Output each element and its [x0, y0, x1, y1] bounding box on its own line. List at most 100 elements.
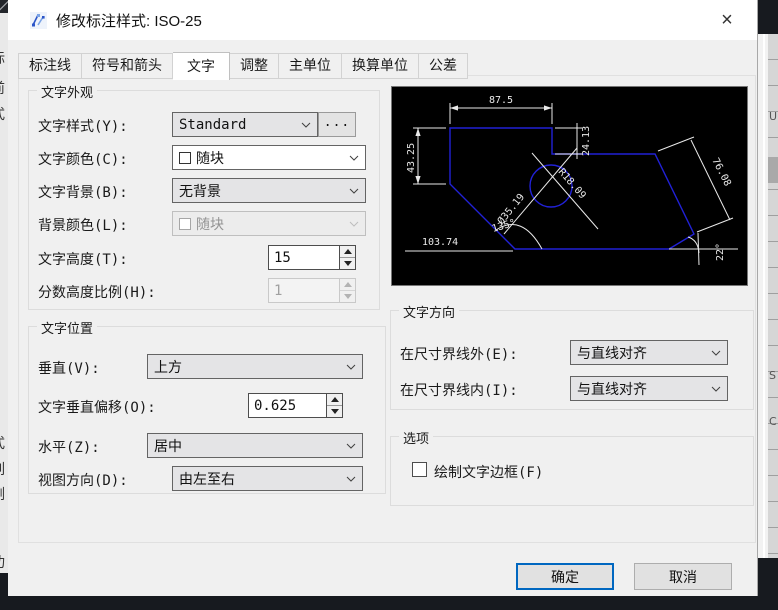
- combobox-value: 随块: [196, 148, 224, 168]
- clipped-text-fragment: 列: [0, 459, 5, 479]
- spin-up-button: [340, 279, 355, 290]
- spin-down-button: [340, 290, 355, 302]
- clipped-text-fragment: C: [769, 415, 777, 428]
- chevron-down-icon: [349, 188, 359, 194]
- combobox-value: 由左至右: [179, 469, 235, 489]
- inside-extlines-combobox[interactable]: 与直线对齐: [570, 376, 728, 401]
- chevron-down-icon: [349, 155, 359, 161]
- inside-extlines-label: 在尺寸界线内(I):: [400, 380, 518, 400]
- arrow-down-icon: [331, 409, 339, 414]
- dimension-style-icon: [30, 12, 47, 29]
- vertical-combobox[interactable]: 上方: [147, 354, 363, 379]
- arrow-down-icon: [344, 261, 352, 266]
- toolbar-cell-pressed: [768, 157, 778, 183]
- background-toolbar-sliver: U S C: [768, 34, 778, 558]
- dim-left: [413, 128, 446, 184]
- fill-color-label: 文字背景(B):: [38, 182, 128, 202]
- arrow-down-icon: [344, 294, 352, 299]
- preview-drawing: 87.5 43.25 24.13 76.08 103.74: [392, 87, 747, 285]
- background-color-label: 背景颜色(L):: [38, 215, 128, 235]
- dim-top-text: 87.5: [489, 95, 513, 106]
- fraction-scale-label: 分数高度比例(H):: [38, 282, 156, 302]
- fraction-scale-stepper: [340, 278, 356, 303]
- clipped-text-fragment: 标: [0, 48, 5, 68]
- chevron-down-icon: [346, 476, 356, 482]
- dim-step-text: 24.13: [581, 126, 592, 156]
- byblock-color-swatch: [179, 218, 191, 230]
- vertical-offset-input[interactable]: 0.625: [248, 393, 327, 418]
- combobox-value: 上方: [154, 357, 182, 377]
- text-style-combobox[interactable]: Standard: [172, 112, 318, 137]
- view-direction-label: 视图方向(D):: [38, 470, 128, 490]
- spin-down-button[interactable]: [327, 405, 342, 417]
- dim-angle2: [669, 233, 738, 265]
- dim-top: [450, 103, 552, 124]
- background-window-gap: [757, 34, 768, 558]
- dim-left-text: 43.25: [406, 143, 417, 173]
- tab-primary-units[interactable]: 主单位: [279, 53, 342, 79]
- background-window-left-sliver: 标 前 式 式 列 例 功: [0, 0, 8, 573]
- input-value: 15: [274, 250, 291, 266]
- combobox-value: 无背景: [179, 181, 221, 201]
- draw-text-frame-label: 绘制文字边框(F): [434, 462, 543, 482]
- tab-bar: 标注线 符号和箭头 文字 调整 主单位 换算单位 公差: [18, 51, 468, 79]
- arrow-up-icon: [344, 249, 352, 254]
- spin-down-button[interactable]: [340, 257, 355, 269]
- outside-extlines-label: 在尺寸界线外(E):: [400, 344, 518, 364]
- ok-button[interactable]: 确定: [516, 563, 614, 590]
- clipped-text-fragment: 式: [0, 433, 5, 453]
- titlebar: 修改标注样式: ISO-25 ×: [8, 0, 757, 40]
- modify-dimension-style-dialog: 修改标注样式: ISO-25 × 标注线 符号和箭头 文字 调整 主单位 换算单…: [8, 0, 758, 596]
- group-title: 文字方向: [399, 302, 459, 321]
- chevron-down-icon: [346, 364, 356, 370]
- dim-radius-text: R18.09: [556, 167, 588, 201]
- chevron-down-icon: [711, 386, 721, 392]
- clipped-text-fragment: U: [769, 110, 777, 123]
- chevron-down-icon: [711, 350, 721, 356]
- horizontal-combobox[interactable]: 居中: [147, 433, 363, 458]
- clipped-text-fragment: S: [769, 369, 776, 382]
- background-color-combobox: 随块: [172, 211, 366, 236]
- tab-tolerances[interactable]: 公差: [419, 53, 468, 79]
- fill-color-combobox[interactable]: 无背景: [172, 178, 366, 203]
- combobox-value: 随块: [196, 214, 224, 234]
- text-height-stepper[interactable]: [340, 245, 356, 270]
- dim-step: [555, 123, 582, 159]
- view-direction-combobox[interactable]: 由左至右: [172, 466, 363, 491]
- chevron-down-icon: [349, 221, 359, 227]
- horizontal-label: 水平(Z):: [38, 437, 100, 457]
- close-icon: ×: [721, 9, 733, 32]
- vertical-label: 垂直(V):: [38, 358, 100, 378]
- group-title: 选项: [399, 428, 433, 447]
- tab-text[interactable]: 文字: [173, 52, 230, 80]
- fraction-scale-input: 1: [268, 278, 340, 303]
- cancel-button[interactable]: 取消: [634, 563, 732, 590]
- combobox-value: 与直线对齐: [577, 343, 647, 363]
- vertical-offset-stepper[interactable]: [327, 393, 343, 418]
- outside-extlines-combobox[interactable]: 与直线对齐: [570, 340, 728, 365]
- combobox-value: 与直线对齐: [577, 379, 647, 399]
- arrow-up-icon: [344, 282, 352, 287]
- tab-lines[interactable]: 标注线: [18, 53, 82, 79]
- dim-radius-line: [532, 153, 598, 229]
- text-color-combobox[interactable]: 随块: [172, 145, 366, 170]
- dim-leader-text: 103.74: [422, 237, 458, 248]
- clipped-text-fragment: 式: [0, 104, 5, 124]
- chevron-down-icon: [346, 443, 356, 449]
- text-height-input[interactable]: 15: [268, 245, 340, 270]
- vertical-offset-label: 文字垂直偏移(O):: [38, 397, 156, 417]
- group-title: 文字外观: [37, 82, 97, 101]
- group-title: 文字位置: [37, 318, 97, 337]
- text-style-more-button[interactable]: ...: [318, 112, 356, 137]
- close-button[interactable]: ×: [711, 5, 743, 35]
- spin-up-button[interactable]: [327, 394, 342, 405]
- tab-fit[interactable]: 调整: [230, 53, 279, 79]
- tab-symbols-arrows[interactable]: 符号和箭头: [82, 53, 173, 79]
- combobox-value: Standard: [179, 117, 246, 133]
- window-title: 修改标注样式: ISO-25: [56, 10, 202, 31]
- dim-aligned-text: 76.08: [709, 156, 732, 188]
- tab-alternate-units[interactable]: 换算单位: [342, 53, 419, 79]
- spin-up-button[interactable]: [340, 246, 355, 257]
- draw-text-frame-checkbox[interactable]: [412, 462, 427, 477]
- text-color-label: 文字颜色(C):: [38, 149, 128, 169]
